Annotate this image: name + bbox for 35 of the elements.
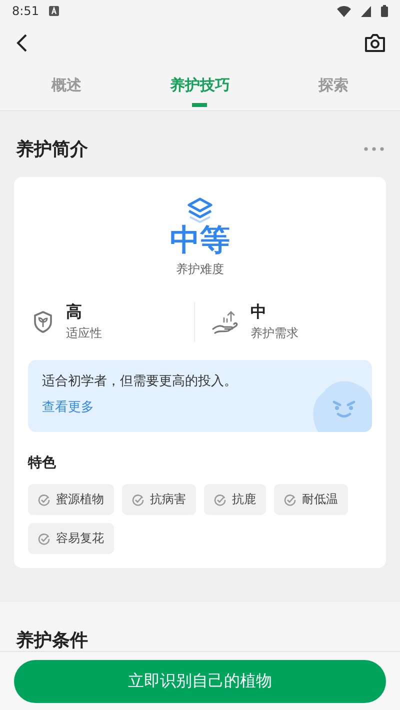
stat-value: 高 [66, 302, 83, 323]
feature-label: 蜜源植物 [56, 491, 104, 508]
check-icon [132, 494, 144, 506]
section-title: 养护条件 [16, 629, 89, 651]
tip-text: 适合初学者，但需要更高的投入。 [42, 373, 238, 390]
identify-button[interactable]: 立即识别自己的植物 [14, 660, 386, 703]
stat-label: 养护需求 [250, 325, 298, 342]
wifi-icon [337, 6, 351, 16]
see-more-link[interactable]: 查看更多 [42, 398, 94, 416]
section-title: 养护简介 [16, 138, 88, 161]
check-icon [38, 532, 50, 544]
difficulty-value: 中等 [170, 223, 230, 259]
hand-arrow-icon [210, 309, 238, 335]
check-icon [284, 494, 296, 506]
feature-label: 抗鹿 [232, 491, 256, 508]
shield-sprout-icon [32, 310, 54, 334]
difficulty-label: 养护难度 [176, 261, 224, 278]
layers-icon [186, 197, 214, 223]
check-icon [38, 494, 50, 506]
stat-label: 适应性 [66, 325, 102, 342]
feature-label: 容易复花 [56, 530, 104, 547]
feature-label: 抗病害 [150, 491, 186, 508]
back-icon[interactable] [16, 33, 28, 53]
status-time: 8:51 [12, 4, 39, 18]
notification-icon [48, 6, 59, 16]
tab[interactable]: 探索 [266, 64, 400, 110]
signal-icon [361, 6, 371, 16]
stat-value: 中 [250, 302, 268, 323]
camera-icon[interactable] [364, 33, 386, 53]
tab[interactable]: 概述 [0, 64, 134, 110]
check-icon [214, 494, 226, 506]
tab[interactable]: 养护技巧 [133, 64, 267, 110]
battery-icon [381, 5, 388, 17]
feature-label: 耐低温 [302, 491, 338, 508]
features-title: 特色 [28, 454, 57, 472]
